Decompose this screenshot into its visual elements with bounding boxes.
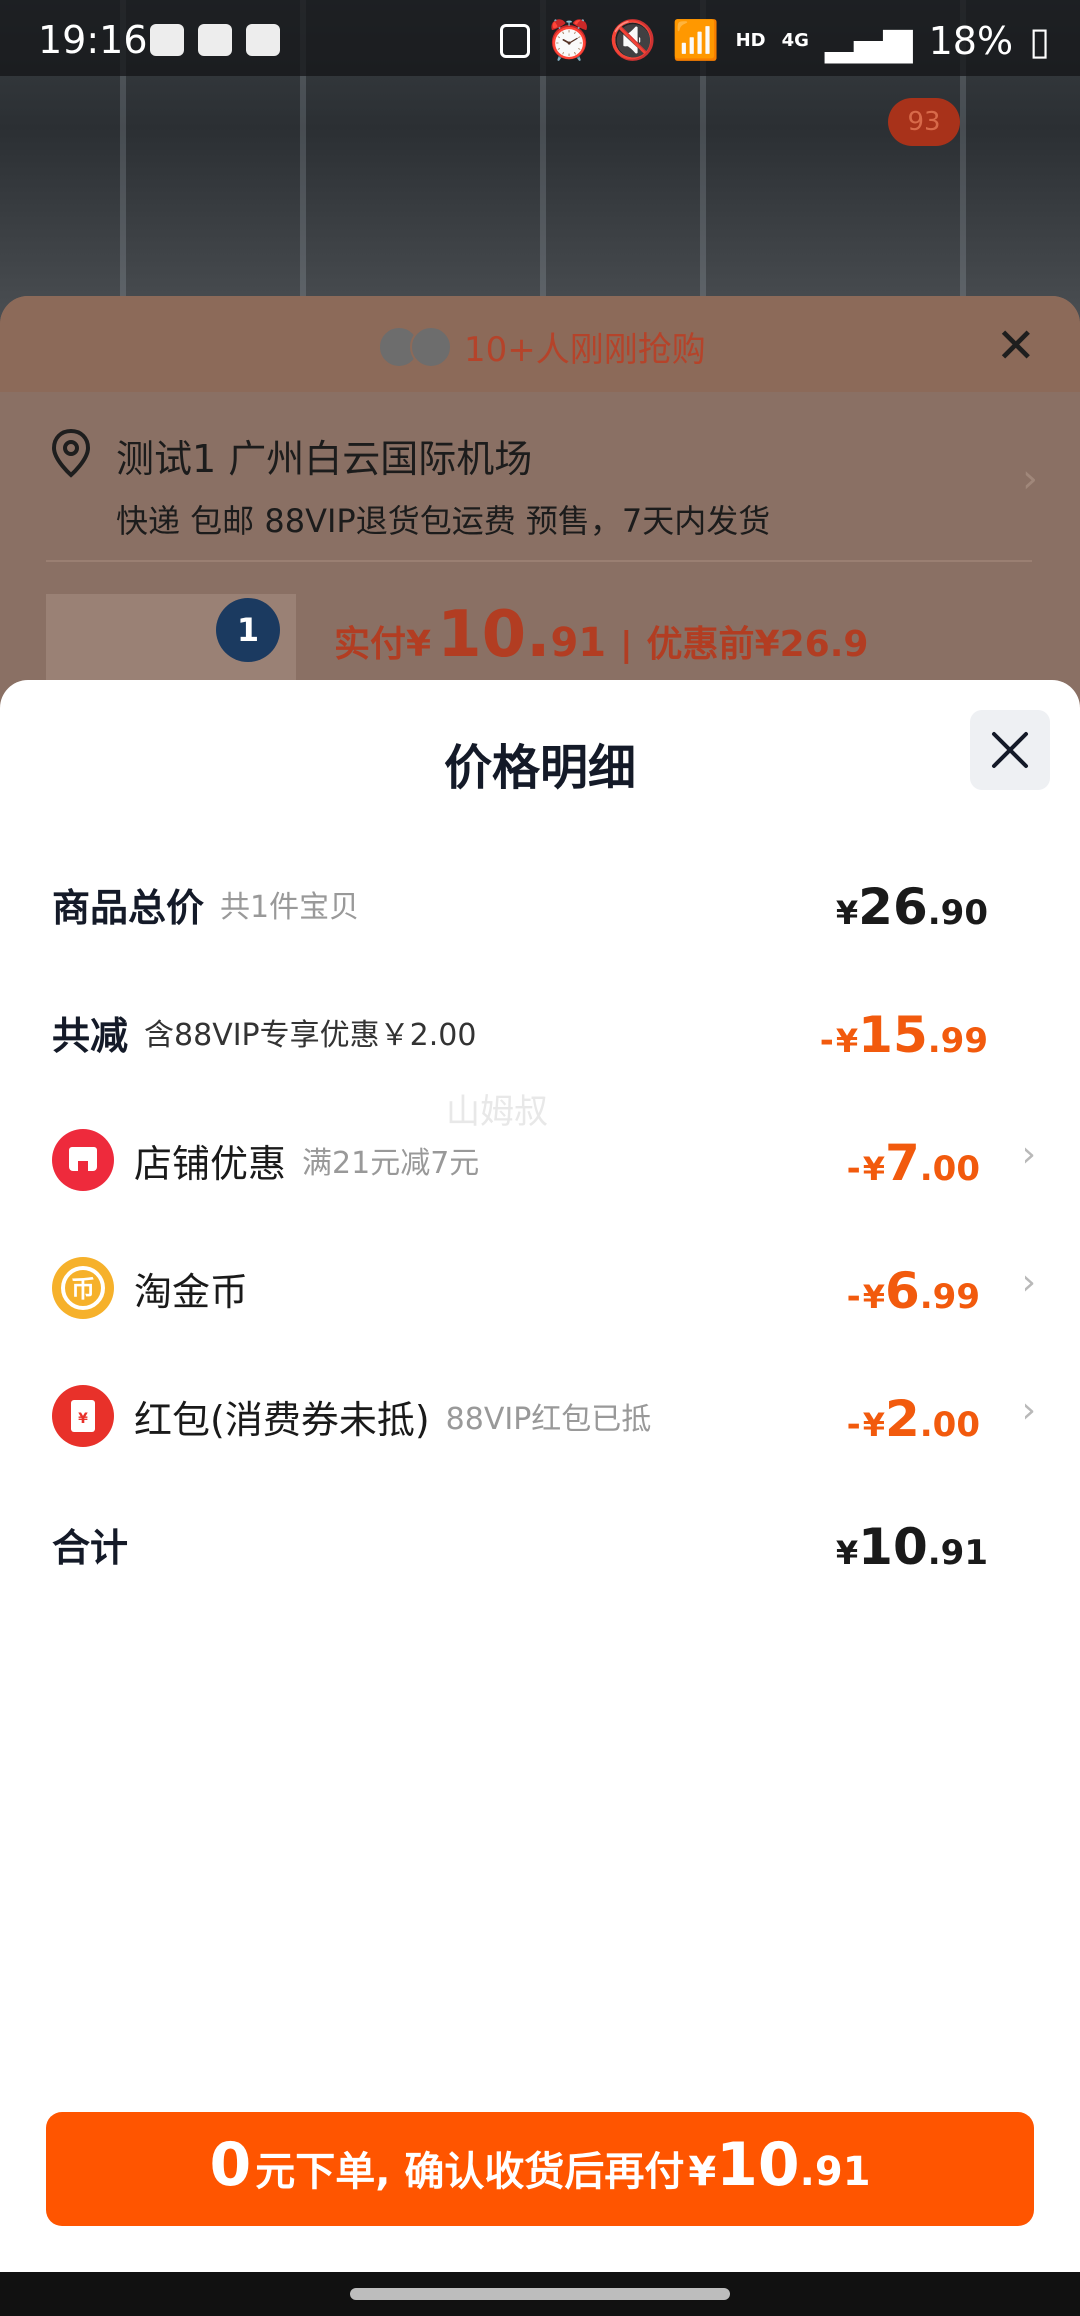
address-title[interactable]: 测试1 广州白云国际机场	[116, 428, 532, 483]
confirm-order-button[interactable]: 0 元下单, 确认收货后再付 ¥ 10 .91	[46, 2112, 1034, 2226]
wifi-icon: 📶	[672, 18, 719, 63]
recent-buyers-header: 10+人刚刚抢购 ✕	[0, 296, 1080, 392]
system-nav-bar	[0, 2272, 1080, 2316]
location-pin-icon	[50, 428, 92, 478]
order-sheet-background: 10+人刚刚抢购 ✕ 测试1 广州白云国际机场 快递 包邮 88VIP退货包运费…	[0, 296, 1080, 716]
taojinbi-row[interactable]: 币 淘金币 - ¥ 6 .99 ›	[52, 1248, 1080, 1328]
battery-text: 18%	[929, 19, 1013, 63]
alarm-icon: ⏰	[546, 18, 593, 63]
red-packet-icon: ¥	[52, 1385, 114, 1447]
gallery-icon	[198, 24, 232, 56]
shop-icon	[52, 1129, 114, 1191]
shop-discount-row[interactable]: 店铺优惠 满21元减7元 - ¥ 7 .00 ›	[52, 1120, 1080, 1200]
recent-buyers-text: 10+人刚刚抢购	[464, 322, 706, 371]
product-quantity-badge: 1	[216, 598, 280, 662]
status-bar: 19:16 ⏰ 🔇 📶 HD 4G ▂▄▆ 18% ▯	[0, 0, 1080, 76]
address-chevron-icon[interactable]: ›	[1022, 456, 1038, 502]
delivery-info: 快递 包邮 88VIP退货包运费 预售，7天内发货	[116, 496, 770, 542]
price-detail-sheet: 价格明细 山姆叔 商品总价 共1件宝贝 ¥ 26 .90 共减 含88VIP专享…	[0, 680, 1080, 2272]
svg-text:¥: ¥	[78, 1411, 88, 1427]
goods-total-amount: ¥ 26 .90	[836, 878, 988, 936]
mute-icon: 🔇	[609, 18, 656, 63]
taojinbi-chevron-icon: ›	[1022, 1262, 1036, 1303]
red-packet-chevron-icon: ›	[1022, 1390, 1036, 1431]
sum-amount: ¥ 10 .91	[836, 1518, 988, 1576]
taojinbi-amount: - ¥ 6 .99	[847, 1262, 980, 1320]
coin-icon: 币	[52, 1257, 114, 1319]
sim-icon	[500, 24, 530, 58]
signal-icon: ▂▄▆	[825, 19, 913, 63]
red-packet-amount: - ¥ 2 .00	[847, 1390, 980, 1448]
status-time: 19:16	[38, 18, 148, 62]
shop-discount-amount: - ¥ 7 .00	[847, 1134, 980, 1192]
modal-title: 价格明细	[0, 728, 1080, 798]
network-label: 4G	[782, 30, 809, 51]
hd-label: HD	[736, 30, 766, 51]
close-icon	[990, 730, 1030, 770]
shop-chevron-icon: ›	[1022, 1134, 1036, 1175]
home-gesture-handle[interactable]	[350, 2288, 730, 2300]
divider	[46, 560, 1032, 562]
battery-icon: ▯	[1029, 19, 1050, 63]
check-icon	[246, 24, 280, 56]
image-count-badge: 93	[888, 98, 960, 146]
close-order-sheet-icon[interactable]: ✕	[996, 318, 1036, 374]
total-discount-row: 共减 含88VIP专享优惠￥2.00 - ¥ 15 .99	[52, 992, 1080, 1072]
buyer-avatars	[378, 326, 442, 368]
total-discount-amount: - ¥ 15 .99	[820, 1006, 988, 1064]
goods-total-row: 商品总价 共1件宝贝 ¥ 26 .90	[52, 864, 1080, 944]
close-button[interactable]	[970, 710, 1050, 790]
sum-row: 合计 ¥ 10 .91	[52, 1504, 1080, 1584]
svg-text:币: 币	[71, 1275, 95, 1303]
paid-summary: 实付 ¥ 10. 91 | 优惠前 ¥26.9	[334, 598, 868, 672]
wechat-icon	[150, 24, 184, 56]
red-packet-row[interactable]: ¥ 红包(消费券未抵) 88VIP红包已抵 - ¥ 2 .00 ›	[52, 1376, 1080, 1456]
